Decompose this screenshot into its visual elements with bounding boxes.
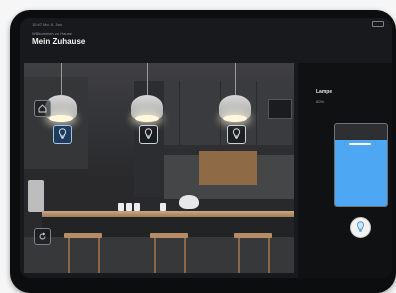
cup xyxy=(126,203,132,211)
lamp-control-button[interactable] xyxy=(139,125,158,144)
lightbulb-icon xyxy=(356,219,365,237)
lamp-control-button[interactable] xyxy=(53,125,72,144)
status-time: 10:47 Mo. 6. Jan. xyxy=(32,22,63,27)
bar-stool-leg xyxy=(154,238,156,273)
cabinet-divider xyxy=(256,81,257,145)
panel-title: Lampe xyxy=(316,89,333,95)
bar-stool-leg xyxy=(98,238,100,273)
panel-subtitle: 80% xyxy=(316,99,325,104)
lamp-wire xyxy=(147,63,148,95)
floor xyxy=(24,237,294,273)
lightbulb-icon xyxy=(144,126,153,144)
brightness-slider[interactable] xyxy=(334,123,388,207)
cup xyxy=(134,203,140,211)
lamp-wire xyxy=(61,63,62,95)
cabinet-divider xyxy=(179,81,180,145)
bar-stool-leg xyxy=(238,238,240,273)
lamp-glow xyxy=(49,115,73,122)
lamp-glow xyxy=(135,115,159,122)
lamp-glow xyxy=(223,115,247,122)
lamp-detail-panel: Lampe 80% × xyxy=(298,63,392,278)
cup xyxy=(118,203,124,211)
home-icon xyxy=(38,100,47,118)
cup xyxy=(160,203,166,211)
teapot xyxy=(179,195,199,209)
room-photo xyxy=(24,63,294,273)
lamp-control-button[interactable] xyxy=(227,125,246,144)
bar-stool-leg xyxy=(68,238,70,273)
breadcrumb: Willkommen zu Hause xyxy=(32,31,72,36)
page-title: Mein Zuhause xyxy=(32,37,86,46)
lamp-toggle-button[interactable] xyxy=(350,217,371,238)
wood-panel xyxy=(199,151,257,185)
rotate-icon xyxy=(38,228,47,246)
room-panel-left xyxy=(24,77,88,169)
battery-icon xyxy=(372,21,384,27)
rotate-button[interactable] xyxy=(34,228,51,245)
lightbulb-icon xyxy=(58,126,67,144)
lamp-wire xyxy=(235,63,236,95)
home-button[interactable] xyxy=(34,100,51,117)
bar-stool-leg xyxy=(268,238,270,273)
coffee-machine xyxy=(28,180,44,212)
bar-stool-leg xyxy=(184,238,186,273)
app-screen: 10:47 Mo. 6. Jan. Willkommen zu Hause Me… xyxy=(20,18,392,278)
lightbulb-icon xyxy=(232,126,241,144)
brightness-fill xyxy=(335,140,387,206)
oven xyxy=(268,99,292,119)
